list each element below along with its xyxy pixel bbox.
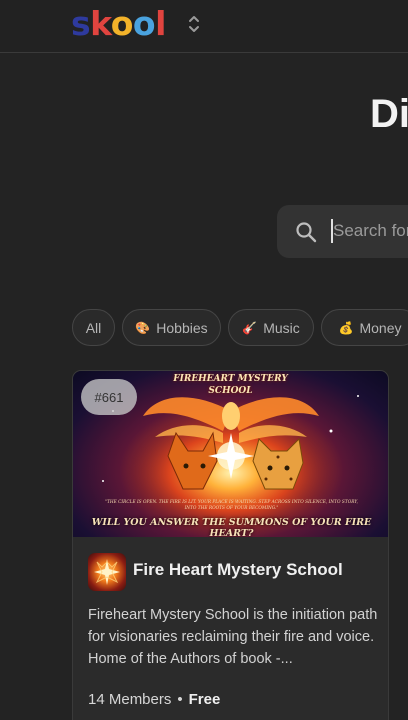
search-icon [295, 221, 317, 243]
rank-badge: #661 [81, 379, 137, 415]
top-header: skool [0, 0, 408, 53]
logo-letter-s: s [71, 4, 91, 43]
chevron-up-down-icon[interactable] [186, 13, 202, 35]
group-card[interactable]: FIREHEART MYSTERY SCHOOL "THE CIRCLE IS … [72, 370, 389, 720]
text-caret [331, 219, 333, 243]
group-avatar [88, 553, 126, 591]
category-label: Money [359, 319, 402, 336]
category-chip-all[interactable]: All [72, 309, 115, 346]
banner-title-line: FIREHEART MYSTERY [173, 374, 288, 384]
category-chip-money[interactable]: 💰 Money [321, 309, 408, 346]
meta-separator: • [177, 691, 183, 708]
group-name[interactable]: Fire Heart Mystery School [133, 560, 343, 580]
logo-letter-k: k [90, 4, 111, 43]
member-count: 14 Members [88, 691, 172, 708]
category-chip-hobbies[interactable]: 🎨 Hobbies [122, 309, 221, 346]
group-meta: 14 Members • Free [88, 691, 220, 708]
price-label: Free [188, 691, 221, 708]
banner-title: FIREHEART MYSTERY SCHOOL [163, 373, 298, 397]
page-title: Di [370, 92, 408, 136]
banner-quote: "THE CIRCLE IS OPEN. THE FIRE IS LIT. YO… [105, 500, 358, 511]
search-input[interactable] [333, 218, 408, 244]
page: skool Di All 🎨 Hobbies 🎸 Music 💰 [0, 0, 408, 720]
banner-title-line: SCHOOL [208, 386, 253, 396]
money-bag-icon: 💰 [338, 320, 354, 335]
category-chip-music[interactable]: 🎸 Music [228, 309, 314, 346]
category-label: All [85, 319, 102, 336]
search-bar[interactable] [277, 205, 408, 258]
logo-letter-o2: o [132, 4, 156, 43]
group-banner-image: FIREHEART MYSTERY SCHOOL "THE CIRCLE IS … [73, 371, 388, 537]
skool-logo[interactable]: skool [71, 4, 166, 44]
guitar-icon: 🎸 [242, 320, 258, 335]
category-label: Hobbies [156, 319, 208, 336]
logo-letter-l: l [155, 4, 166, 43]
palette-icon: 🎨 [135, 320, 151, 335]
logo-letter-o1: o [110, 4, 134, 43]
group-description: Fireheart Mystery School is the initiati… [88, 607, 378, 667]
category-label: Music [263, 319, 300, 336]
banner-summons: WILL YOU ANSWER THE SUMMONS OF YOUR FIRE… [91, 517, 372, 537]
